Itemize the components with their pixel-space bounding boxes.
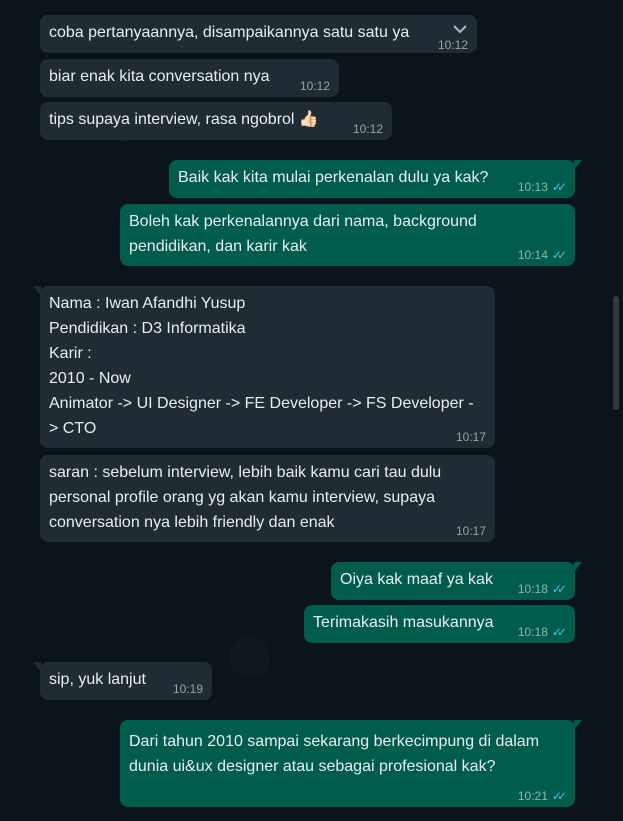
message-time: 10:18 xyxy=(517,582,548,596)
message-time: 10:12 xyxy=(352,122,383,136)
message-bubble-incoming[interactable]: tips supaya interview, rasa ngobrol 👍🏻 1… xyxy=(40,102,392,140)
message-time: 10:18 xyxy=(517,625,548,639)
message-bubble-incoming[interactable]: Nama : Iwan Afandhi Yusup Pendidikan : D… xyxy=(33,286,495,448)
message-time: 10:14 xyxy=(517,248,548,262)
message-bubble-incoming[interactable]: sip, yuk lanjut 10:19 xyxy=(33,662,212,700)
message-text: Boleh kak perkenalannya dari nama, backg… xyxy=(129,213,477,255)
chat-scrollbar[interactable] xyxy=(613,296,619,410)
double-check-icon: ✓✓ xyxy=(551,248,567,262)
message-time: 10:17 xyxy=(455,430,486,444)
double-check-icon: ✓✓ xyxy=(551,625,567,639)
chevron-down-icon[interactable] xyxy=(451,21,469,37)
message-time: 10:12 xyxy=(437,38,468,52)
message-time: 10:17 xyxy=(455,524,486,538)
message-bubble-incoming[interactable]: coba pertanyaannya, disampaikannya satu … xyxy=(40,15,477,53)
double-check-icon: ✓✓ xyxy=(551,789,567,803)
message-text: coba pertanyaannya, disampaikannya satu … xyxy=(49,24,410,41)
message-text: Baik kak kita mulai perkenalan dulu ya k… xyxy=(178,169,489,186)
message-bubble-outgoing[interactable]: Boleh kak perkenalannya dari nama, backg… xyxy=(120,204,575,266)
message-text: Dari tahun 2010 sampai sekarang berkecim… xyxy=(129,733,540,775)
message-text: tips supaya interview, rasa ngobrol 👍🏻 xyxy=(49,111,319,128)
message-text: Nama : Iwan Afandhi Yusup Pendidikan : D… xyxy=(49,295,474,437)
message-text: saran : sebelum interview, lebih baik ka… xyxy=(49,464,442,531)
message-time: 10:19 xyxy=(172,682,203,696)
message-bubble-outgoing[interactable]: Dari tahun 2010 sampai sekarang berkecim… xyxy=(120,720,582,807)
double-check-icon: ✓✓ xyxy=(551,180,567,194)
double-check-icon: ✓✓ xyxy=(551,582,567,596)
message-time: 10:13 xyxy=(517,180,548,194)
message-bubble-incoming[interactable]: saran : sebelum interview, lebih baik ka… xyxy=(40,455,495,542)
message-bubble-outgoing[interactable]: Oiya kak maaf ya kak 10:18 ✓✓ xyxy=(331,562,582,600)
message-time: 10:12 xyxy=(299,79,330,93)
message-bubble-incoming[interactable]: biar enak kita conversation nya 10:12 xyxy=(40,59,339,97)
message-bubble-outgoing[interactable]: Terimakasih masukannya 10:18 ✓✓ xyxy=(304,605,575,643)
message-time: 10:21 xyxy=(517,789,548,803)
message-bubble-outgoing[interactable]: Baik kak kita mulai perkenalan dulu ya k… xyxy=(169,160,582,198)
message-text: biar enak kita conversation nya xyxy=(49,68,270,85)
